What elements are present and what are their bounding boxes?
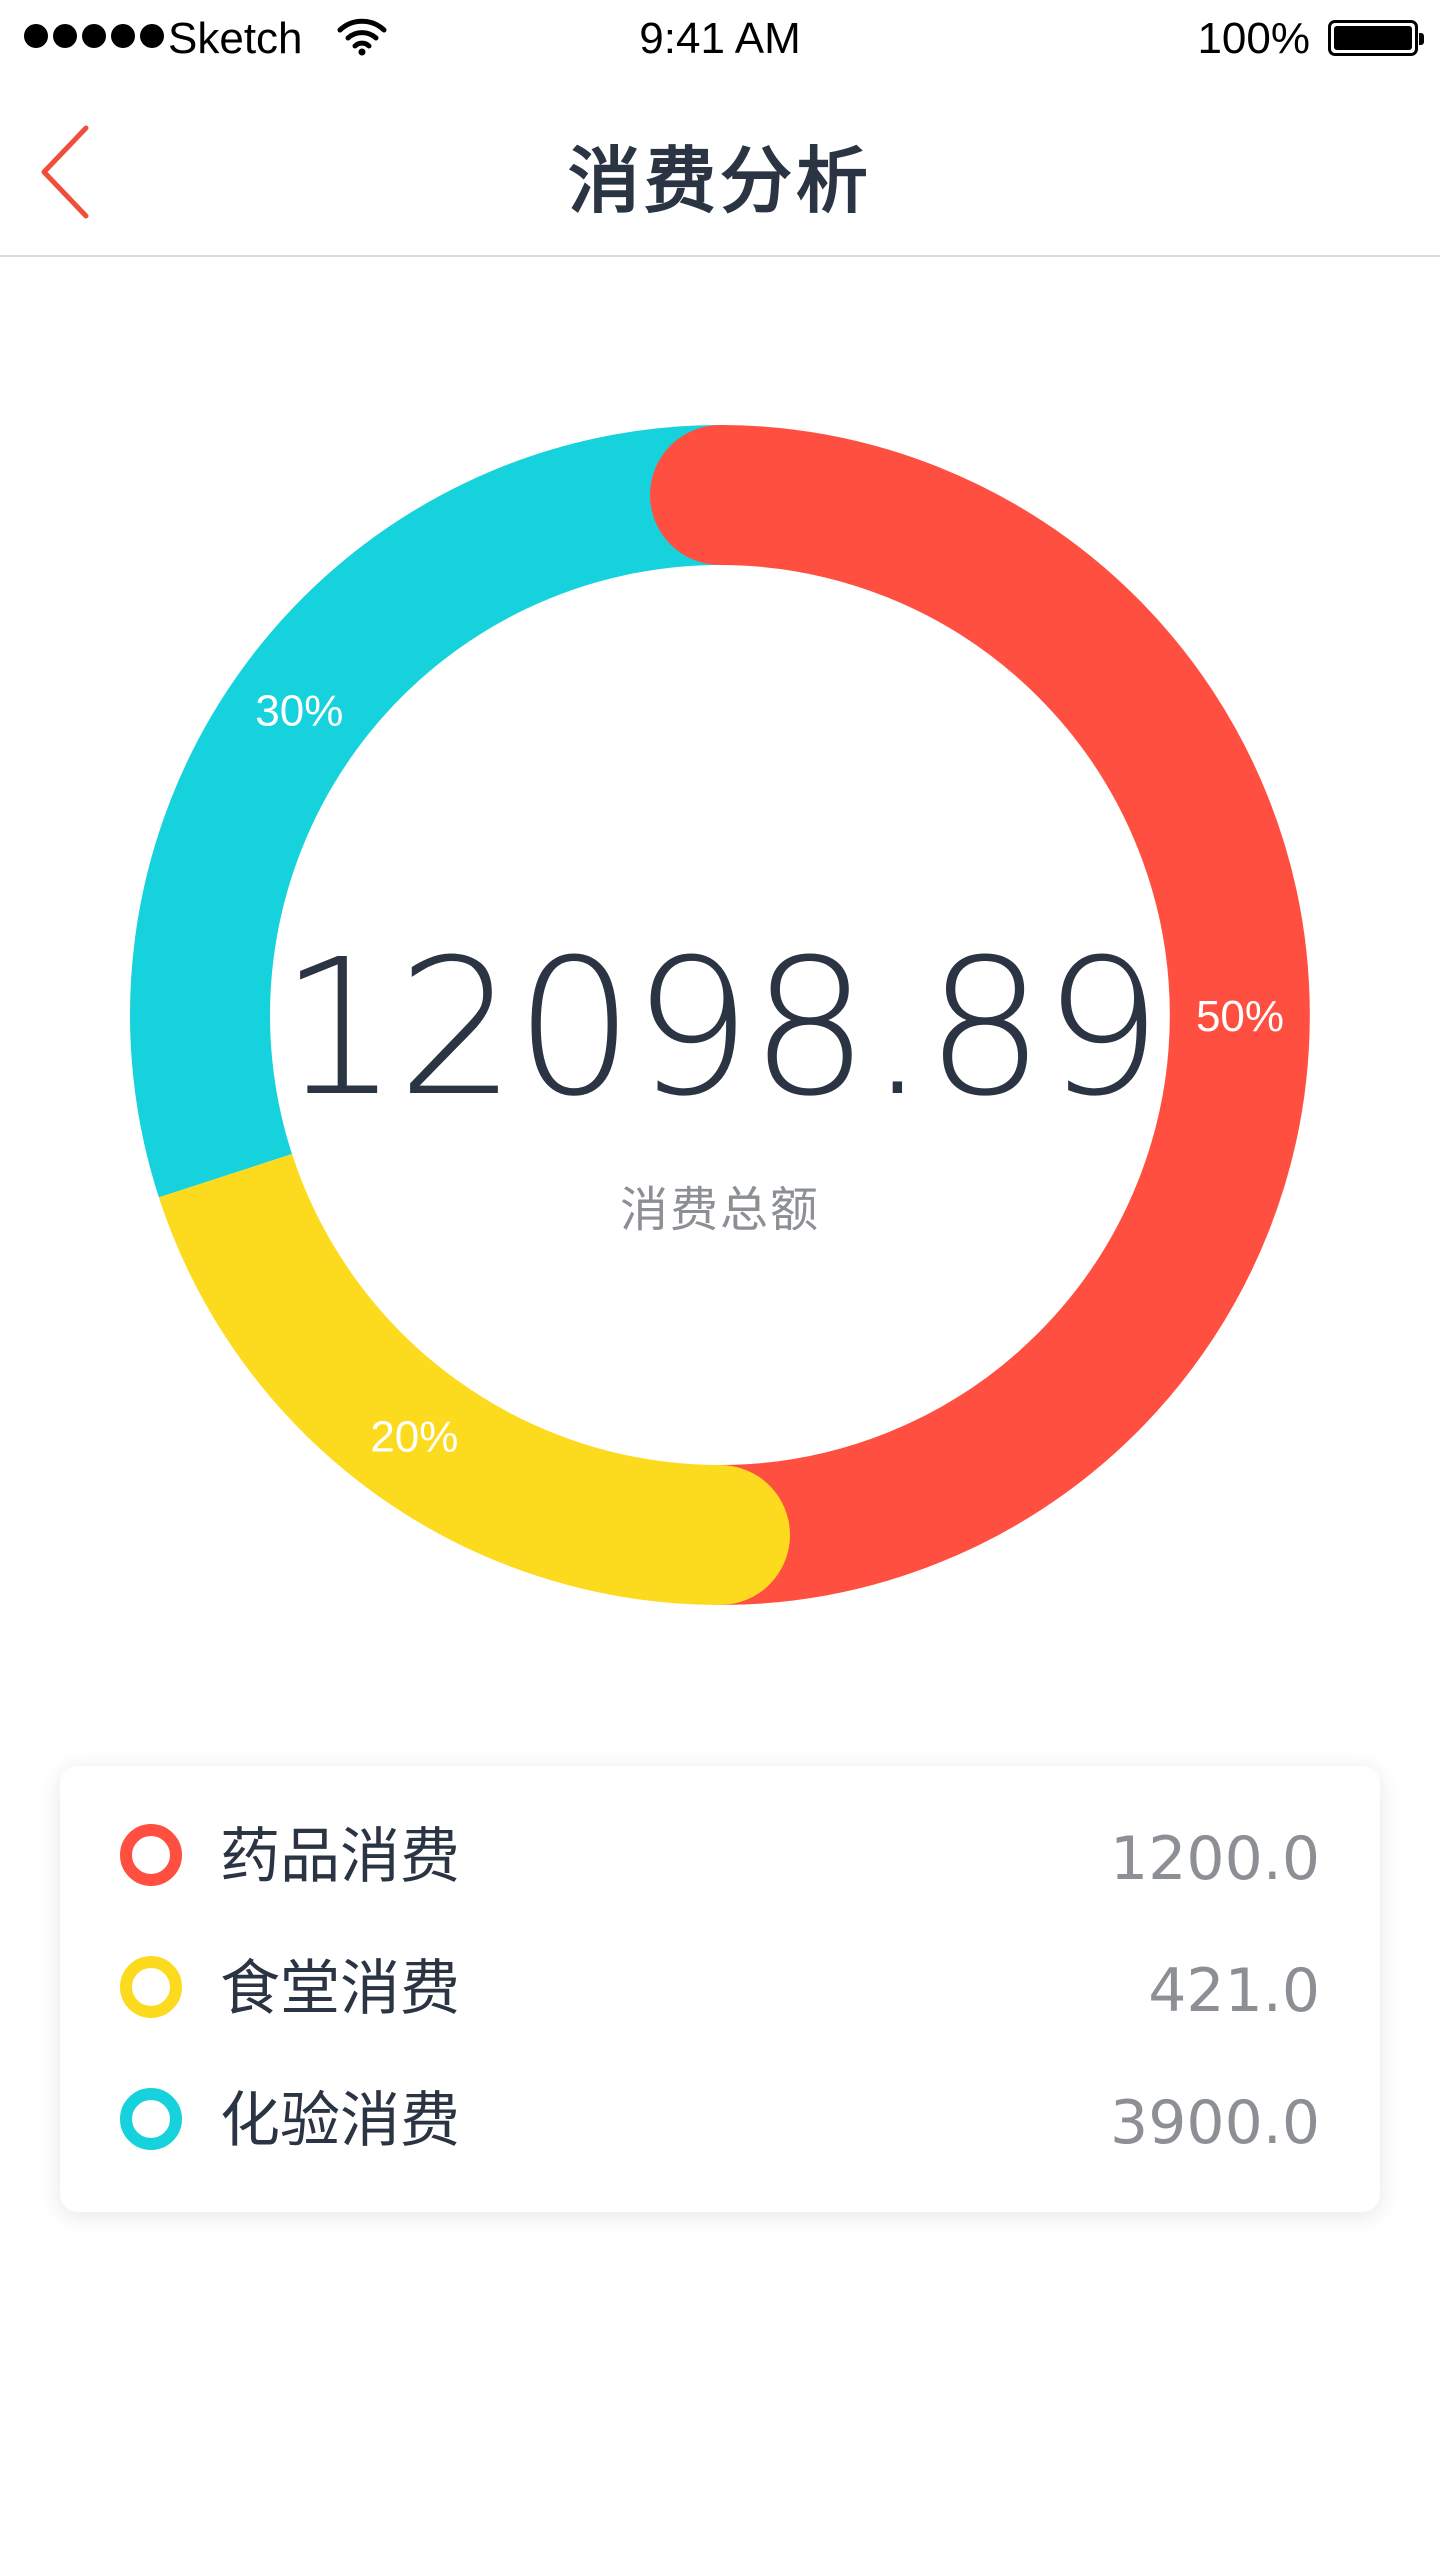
consumption-donut-chart: 50% 20% 30% 12098.89 消费总额 — [0, 380, 1440, 1640]
legend-value: 421.0 — [1148, 1956, 1320, 2026]
slice-percent-label: 30% — [255, 686, 343, 735]
legend-label: 药品消费 — [220, 1822, 460, 1892]
total-amount: 12098.89 — [279, 919, 1162, 1138]
page-title: 消费分析 — [567, 139, 872, 223]
legend-label: 化验消费 — [220, 2086, 460, 2156]
legend-item-canteen[interactable]: 食堂消费 421.0 — [60, 1922, 1380, 2054]
consumption-legend-card: 药品消费 1200.0 食堂消费 421.0 化验消费 3900.0 — [60, 1766, 1380, 2212]
donut-slice-cap-canteen — [650, 1465, 790, 1605]
donut-slice-cap-medicine — [650, 425, 790, 565]
ring-dot-icon — [120, 1824, 182, 1886]
legend-value: 1200.0 — [1110, 1824, 1320, 1894]
battery-percent: 100% — [1197, 14, 1310, 63]
slice-percent-label: 20% — [370, 1413, 458, 1462]
legend-item-lab[interactable]: 化验消费 3900.0 — [60, 2054, 1380, 2186]
total-amount-label: 消费总额 — [619, 1182, 820, 1238]
battery-icon — [1328, 20, 1424, 56]
ring-dot-icon — [120, 1956, 182, 2018]
legend-label: 食堂消费 — [220, 1954, 460, 2024]
ring-dot-icon — [120, 2088, 182, 2150]
legend-item-medicine[interactable]: 药品消费 1200.0 — [60, 1790, 1380, 1922]
status-bar: Sketch 9:41 AM 100% — [0, 0, 1440, 82]
navigation-bar: 消费分析 — [0, 82, 1440, 257]
legend-value: 3900.0 — [1110, 2088, 1320, 2158]
